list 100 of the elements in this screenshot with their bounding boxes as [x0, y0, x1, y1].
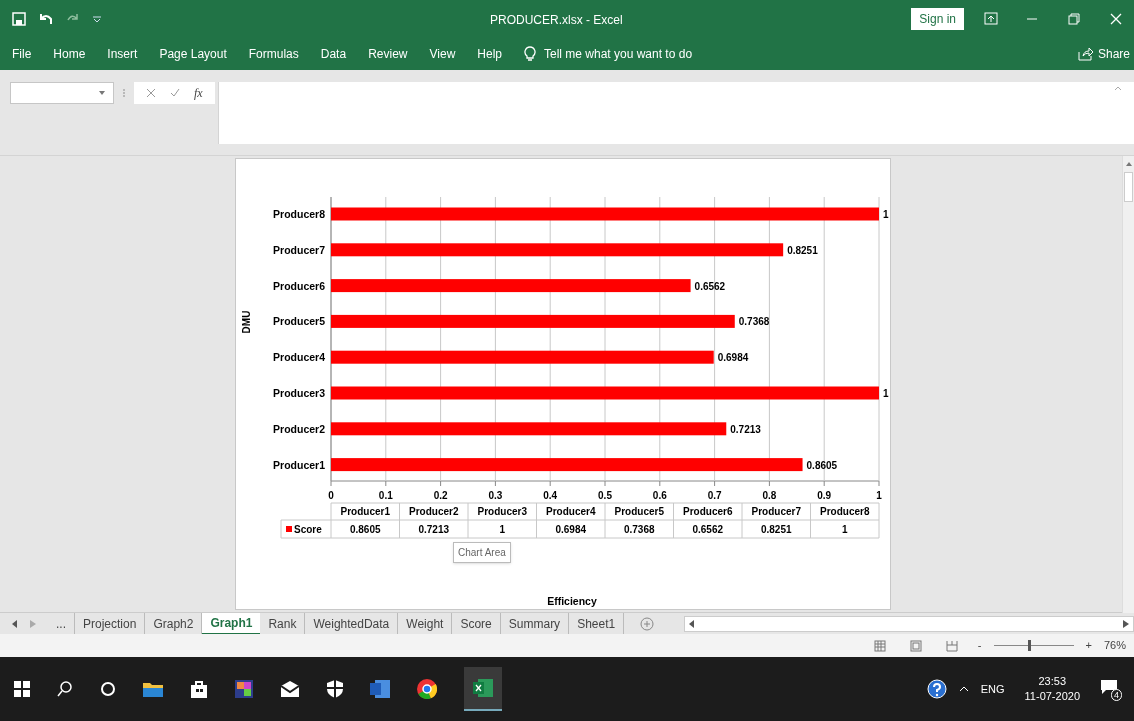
save-icon[interactable] — [12, 12, 26, 26]
table-header: Producer1 — [340, 506, 390, 517]
normal-view-icon[interactable] — [873, 639, 886, 652]
scroll-right-icon[interactable] — [1123, 619, 1129, 628]
language-indicator[interactable]: ENG — [980, 680, 1005, 698]
table-cell: 0.6984 — [555, 524, 587, 535]
check-icon[interactable] — [170, 88, 180, 98]
page-layout-icon[interactable] — [909, 639, 922, 652]
share-button[interactable]: Share — [1097, 45, 1130, 63]
share-icon[interactable] — [1077, 47, 1094, 61]
category-label: Producer1 — [273, 458, 325, 471]
bar[interactable] — [331, 350, 714, 364]
zoom-level[interactable]: 76% — [1103, 637, 1126, 654]
excel-taskbar-button[interactable] — [464, 667, 502, 711]
tell-me-search[interactable]: Tell me what you want to do — [544, 45, 693, 63]
insert-function-button[interactable]: fx — [194, 84, 203, 102]
word-icon[interactable] — [370, 680, 390, 698]
ribbon-tab[interactable]: View — [429, 45, 456, 63]
data-label: 0.7368 — [738, 316, 770, 328]
table-cell: 1 — [499, 524, 506, 535]
category-label: Producer3 — [273, 387, 325, 399]
bar[interactable] — [331, 422, 727, 436]
table-header: Producer2 — [409, 506, 459, 517]
table-header: Producer8 — [820, 506, 870, 517]
chart-annotation: Efficiency — [547, 595, 597, 607]
data-label: 1 — [883, 209, 889, 220]
mail-icon[interactable] — [280, 681, 300, 697]
help-icon[interactable] — [926, 679, 947, 699]
tick-label: 1 — [876, 490, 882, 501]
table-header: Producer3 — [477, 506, 527, 517]
data-label: 1 — [883, 388, 889, 399]
chevron-up-icon[interactable] — [958, 686, 969, 692]
lightbulb-icon[interactable] — [524, 46, 536, 62]
prev-sheet-icon[interactable] — [12, 619, 18, 628]
vertical-scrollbar[interactable] — [1122, 156, 1134, 613]
windows-start-icon[interactable] — [14, 681, 30, 697]
bar[interactable] — [331, 243, 784, 257]
table-cell: 0.6562 — [692, 524, 724, 535]
zoom-slider[interactable] — [993, 640, 1074, 651]
cancel-icon[interactable] — [146, 88, 156, 98]
scroll-thumb[interactable] — [1124, 172, 1133, 202]
category-label: Producer4 — [273, 351, 325, 364]
notification-count: 4 — [1111, 689, 1122, 701]
restore-icon[interactable] — [1068, 13, 1080, 25]
search-icon[interactable] — [57, 681, 73, 697]
formula-input[interactable] — [217, 82, 1134, 144]
ribbon-tab[interactable]: Data — [320, 45, 347, 63]
tick-label: 0.9 — [817, 490, 832, 501]
tick-label: 0.6 — [652, 490, 667, 501]
ribbon-tab[interactable]: Home — [53, 45, 86, 63]
undo-icon[interactable] — [38, 12, 54, 26]
shopping-bag-icon[interactable] — [190, 680, 208, 698]
table-header: Producer4 — [546, 506, 596, 517]
dropdown-icon[interactable] — [99, 91, 105, 95]
window-title: PRODUCER.xlsx - Excel — [490, 12, 623, 29]
clock-time[interactable]: 23:53 — [1038, 674, 1067, 689]
bar[interactable] — [331, 314, 735, 328]
zoom-thumb[interactable] — [1028, 640, 1032, 651]
bar[interactable] — [331, 279, 691, 293]
tick-label: 0.4 — [543, 490, 558, 501]
close-icon[interactable] — [1110, 13, 1122, 25]
table-cell: 1 — [841, 524, 848, 535]
ribbon-tab[interactable]: Page Layout — [159, 45, 227, 63]
category-label: Producer6 — [273, 279, 325, 292]
scroll-left-icon[interactable] — [689, 619, 696, 628]
chrome-icon[interactable] — [417, 679, 437, 699]
category-label: Producer7 — [273, 243, 325, 256]
task-view-icon[interactable] — [100, 681, 116, 697]
shield-icon[interactable] — [327, 680, 343, 698]
collapse-icon[interactable] — [1114, 86, 1122, 91]
page-break-icon[interactable] — [945, 639, 958, 652]
table-header: Producer5 — [614, 506, 664, 517]
ribbon-tab[interactable]: Formulas — [248, 45, 299, 63]
clock-date[interactable]: 11-07-2020 — [1024, 689, 1080, 704]
data-label: 0.6562 — [694, 280, 726, 292]
tick-label: 0.3 — [488, 490, 503, 501]
bar[interactable] — [331, 458, 803, 472]
chart-area[interactable] — [235, 158, 891, 610]
category-label: Producer5 — [273, 315, 325, 328]
ribbon-tab[interactable]: File — [12, 45, 32, 63]
zoom-in-button[interactable]: + — [1085, 637, 1092, 654]
legend-key — [286, 526, 292, 532]
ribbon-tab[interactable]: Review — [368, 45, 408, 63]
customize-icon[interactable] — [92, 14, 102, 24]
folder-icon[interactable] — [143, 681, 163, 697]
horizontal-scrollbar[interactable] — [684, 615, 1134, 632]
sign-in-button[interactable]: Sign in — [911, 8, 964, 30]
data-label: 0.8605 — [806, 459, 838, 471]
sheet-tab[interactable]: Graph1 — [202, 612, 261, 635]
scroll-up-icon[interactable] — [1124, 160, 1133, 168]
table-header: Producer7 — [751, 506, 801, 517]
photo-app-icon[interactable] — [235, 680, 253, 698]
add-sheet-icon[interactable] — [640, 616, 655, 631]
data-label: 0.6984 — [717, 352, 749, 364]
zoom-out-button[interactable]: - — [977, 637, 982, 654]
ribbon-tab[interactable]: Insert — [107, 45, 138, 63]
ribbon-tab[interactable]: Help — [477, 45, 502, 63]
table-cell: 0.8605 — [349, 524, 381, 535]
ribbon-display-icon[interactable] — [984, 12, 998, 26]
table-cell: 0.7213 — [418, 524, 450, 535]
